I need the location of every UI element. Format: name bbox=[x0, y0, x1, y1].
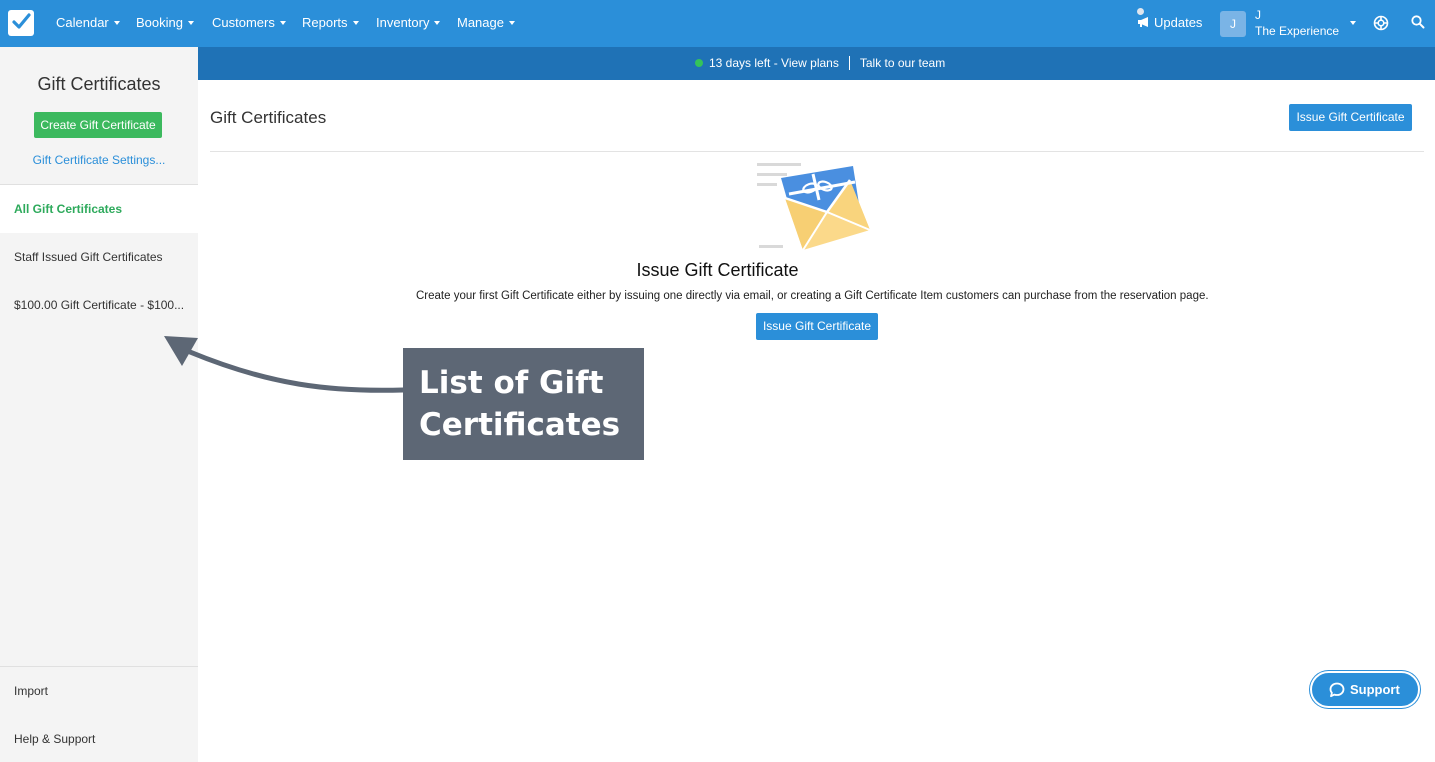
updates-button[interactable]: Updates bbox=[1137, 0, 1202, 47]
account-menu[interactable]: J The Experience bbox=[1255, 8, 1339, 38]
gift-envelope-illustration-icon bbox=[757, 163, 871, 251]
help-lifebuoy-icon[interactable] bbox=[1373, 15, 1389, 31]
nav-calendar-label: Calendar bbox=[56, 15, 109, 30]
empty-state-title: Issue Gift Certificate bbox=[0, 260, 1435, 281]
issue-gift-certificate-empty-button[interactable]: Issue Gift Certificate bbox=[756, 313, 878, 340]
updates-label: Updates bbox=[1154, 15, 1203, 30]
nav-manage[interactable]: Manage bbox=[457, 0, 515, 47]
nav-reports[interactable]: Reports bbox=[302, 0, 359, 47]
sidebar: Gift Certificates Create Gift Certificat… bbox=[0, 47, 198, 762]
nav-customers-label: Customers bbox=[212, 15, 275, 30]
issue-gift-certificate-button[interactable]: Issue Gift Certificate bbox=[1289, 104, 1412, 131]
page-title: Gift Certificates bbox=[210, 108, 327, 127]
top-nav: Calendar Booking Customers Reports Inven… bbox=[0, 0, 1435, 47]
chevron-down-icon bbox=[352, 20, 359, 25]
avatar[interactable]: J bbox=[1220, 11, 1246, 37]
chevron-down-icon bbox=[279, 20, 286, 25]
trial-banner: 13 days left - View plans Talk to our tea… bbox=[198, 47, 1435, 80]
nav-inventory[interactable]: Inventory bbox=[376, 0, 441, 47]
account-business: The Experience bbox=[1255, 24, 1340, 38]
annotation-arrow-icon bbox=[164, 336, 406, 393]
status-dot-icon bbox=[695, 58, 703, 67]
chevron-down-icon bbox=[434, 20, 441, 25]
sidebar-item-100-gift-certificate[interactable]: $100.00 Gift Certificate - $100... bbox=[14, 298, 184, 312]
megaphone-icon bbox=[1138, 17, 1148, 27]
divider bbox=[848, 55, 850, 70]
chevron-down-icon bbox=[113, 20, 120, 25]
nav-customers[interactable]: Customers bbox=[212, 0, 286, 47]
chevron-down-icon[interactable] bbox=[1350, 21, 1356, 25]
divider bbox=[210, 151, 1424, 152]
account-name: J bbox=[1255, 8, 1261, 22]
app-logo-checkmark-icon[interactable] bbox=[8, 10, 34, 36]
gift-certificate-settings-link[interactable]: Gift Certificate Settings... bbox=[0, 153, 198, 167]
nav-booking[interactable]: Booking bbox=[136, 0, 194, 47]
annotation-callout: List of Gift Certificates bbox=[403, 348, 644, 460]
create-gift-certificate-button[interactable]: Create Gift Certificate bbox=[34, 112, 162, 138]
sidebar-item-import[interactable]: Import bbox=[14, 684, 48, 698]
talk-to-team-link[interactable]: Talk to our team bbox=[860, 56, 945, 70]
sidebar-item-all-gift-certificates[interactable]: All Gift Certificates bbox=[14, 202, 122, 216]
chevron-down-icon bbox=[187, 20, 194, 25]
annotation-line-2: Certificates bbox=[419, 407, 621, 443]
nav-manage-label: Manage bbox=[457, 15, 504, 30]
nav-reports-label: Reports bbox=[302, 15, 348, 30]
support-label: Support bbox=[1350, 682, 1400, 697]
nav-inventory-label: Inventory bbox=[376, 15, 430, 30]
chevron-down-icon bbox=[508, 20, 515, 25]
nav-booking-label: Booking bbox=[136, 15, 183, 30]
empty-state-title-text: Issue Gift Certificate bbox=[636, 260, 799, 280]
sidebar-item-help-support[interactable]: Help & Support bbox=[14, 732, 95, 746]
support-button[interactable]: Support bbox=[1310, 671, 1420, 708]
nav-calendar[interactable]: Calendar bbox=[56, 0, 120, 47]
annotation-line-1: List of Gift bbox=[419, 365, 604, 401]
sidebar-title: Gift Certificates bbox=[37, 74, 161, 94]
notification-dot-icon bbox=[1137, 8, 1144, 15]
view-plans-link[interactable]: 13 days left - View plans bbox=[709, 56, 839, 70]
chat-bubble-icon bbox=[1329, 682, 1345, 698]
search-icon[interactable] bbox=[1411, 15, 1425, 29]
divider bbox=[0, 666, 198, 667]
empty-state-description: Create your first Gift Certificate eithe… bbox=[416, 290, 1209, 302]
